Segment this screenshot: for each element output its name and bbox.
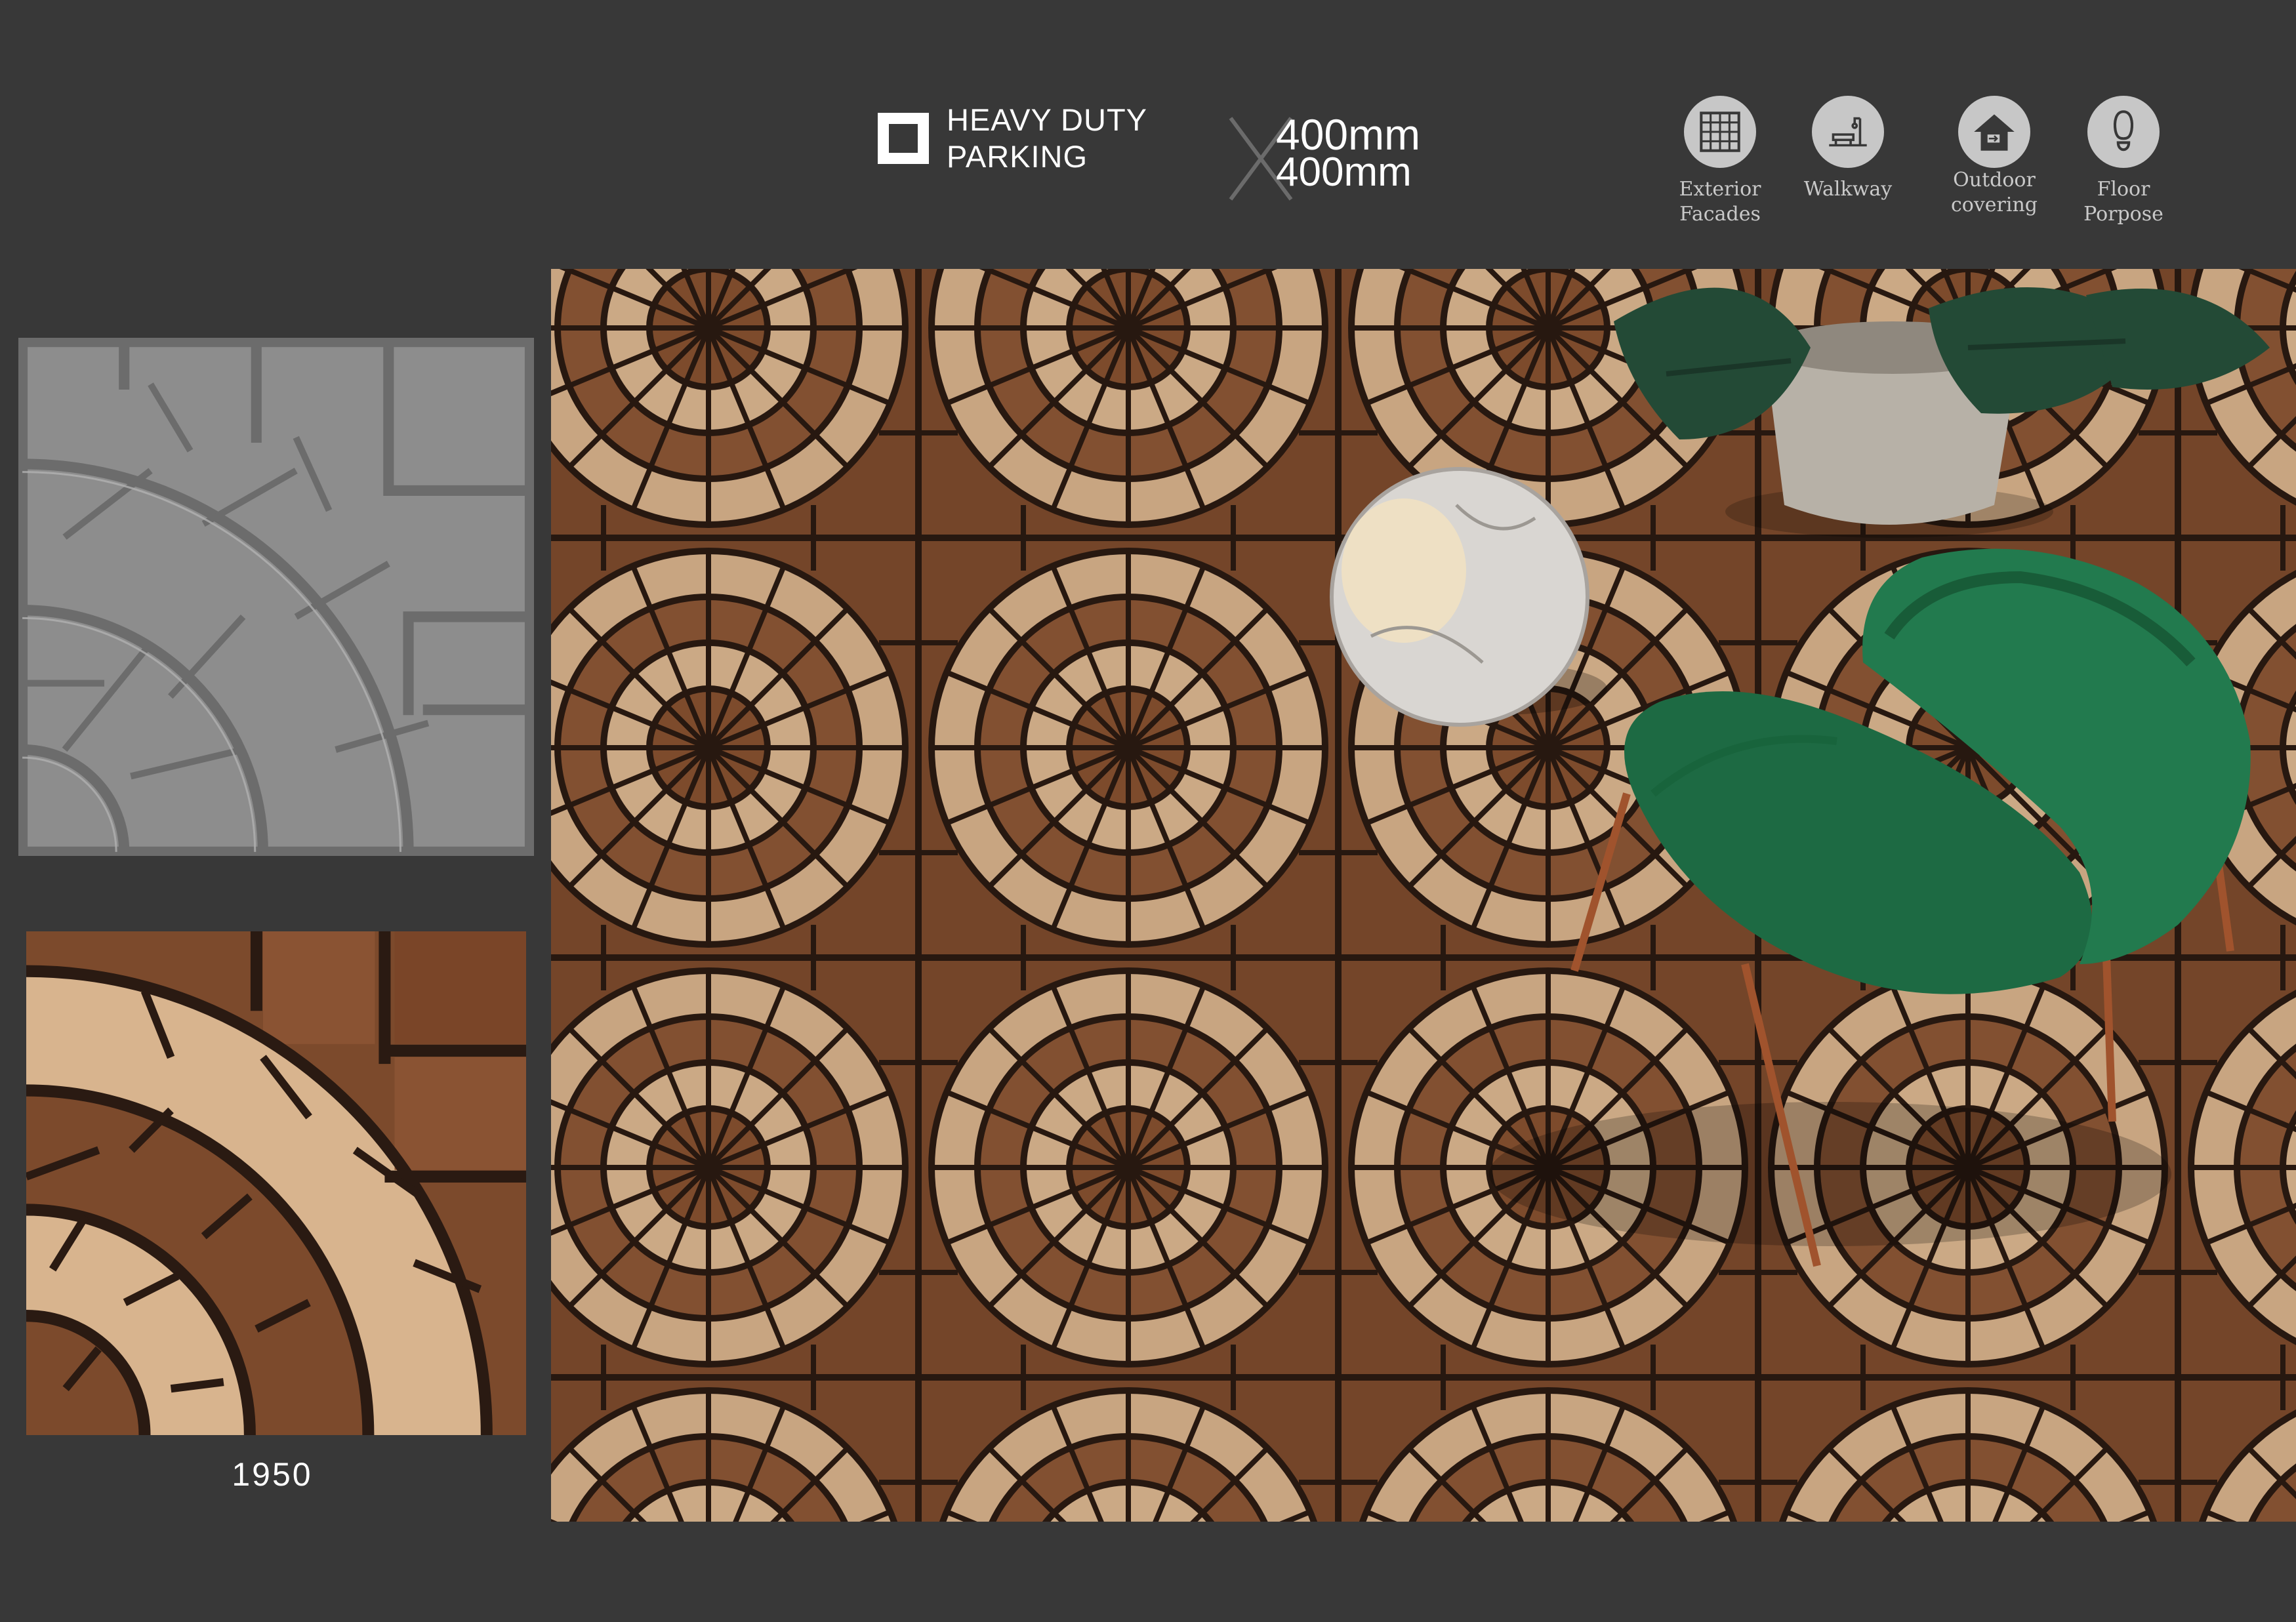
room-scene-image [551,269,2296,1522]
product-code: 1950 [232,1456,313,1493]
footprint-icon [2087,96,2160,168]
application-floor-porpose: Floor Porpose [2051,96,2196,227]
application-label-1: Outdoor [1953,169,2036,192]
tile-relief-preview [18,338,534,856]
application-label-2: Facades [1679,203,1761,226]
application-walkway: Walkway [1776,96,1920,202]
size-height: 400mm [1276,150,1412,195]
application-outdoor-covering: Outdoor covering [1922,96,2066,218]
grid-wall-icon [1684,96,1756,168]
badge-line-1: HEAVY DUTY [947,102,1147,137]
application-label-2: covering [1950,193,2038,216]
tile-color-preview [26,931,526,1435]
application-label-1: Walkway [1803,178,1893,201]
application-label-2: Porpose [2083,203,2163,226]
square-outline-icon [878,113,929,164]
application-exterior-facades: Exterior Facades [1648,96,1792,227]
heavy-duty-badge: HEAVY DUTY PARKING [947,102,1147,175]
application-label-1: Exterior [1679,178,1761,201]
application-label-1: Floor [2097,178,2150,201]
bench-lamp-icon [1812,96,1884,168]
badge-line-2: PARKING [947,139,1088,174]
house-door-icon [1958,96,2030,168]
